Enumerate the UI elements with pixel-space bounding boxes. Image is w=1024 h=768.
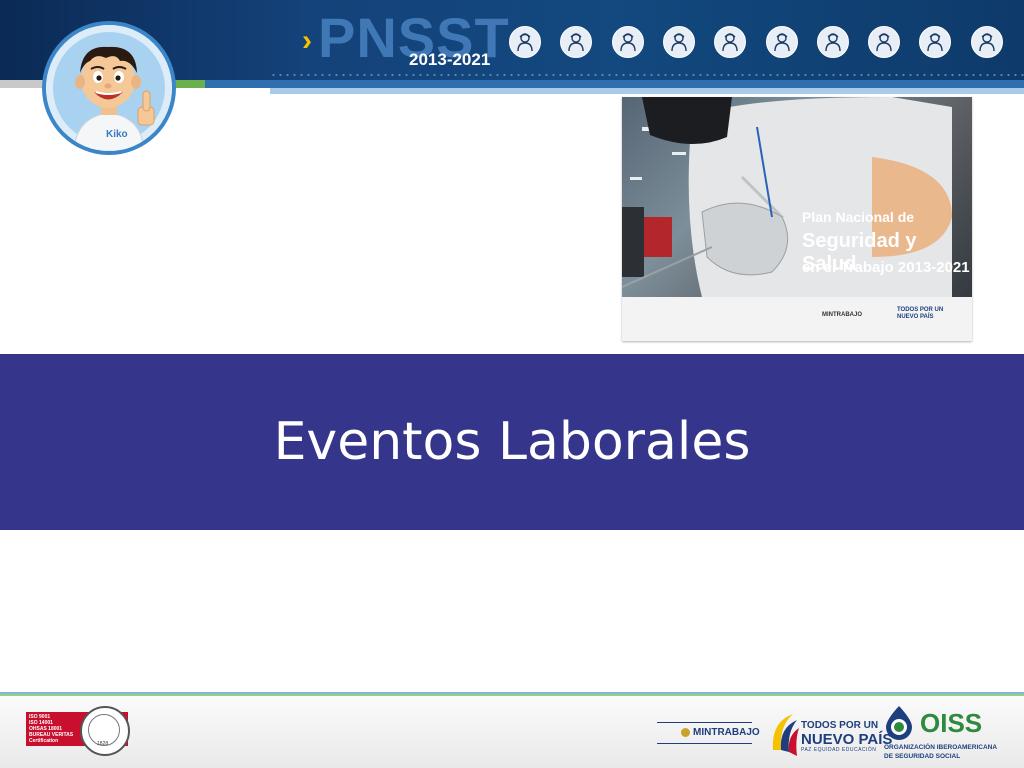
welder-icon [970,26,1003,58]
oiss-logo: OISS ORGANIZACIÓN IBEROAMERICANA DE SEGU… [884,704,998,764]
bv-line: Certification [29,738,59,744]
mintrabajo-logo: MINTRABAJO [657,722,760,744]
pnsst-cover-image: Plan Nacional de Seguridad y Salud en el… [622,97,972,341]
todos-por-un-nuevo-pais-logo: TODOS POR UN NUEVO PAÍS PAZ EQUIDAD EDUC… [769,710,892,758]
mascot-avatar: Kiko [46,25,172,151]
machine-operator-icon [662,26,695,58]
bureau-veritas-logo: ISO 9001 ISO 14001 OHSAS 18001 BUREAU VE… [26,706,130,756]
todos-line3: PAZ EQUIDAD EDUCACIÓN [801,747,877,753]
cover-mintrabajo-logo: MINTRABAJO [822,312,862,318]
logo-chevron-icon: › [302,24,312,57]
construction-worker-icon [816,26,849,58]
oiss-subtitle-line2: DE SEGURIDAD SOCIAL [884,753,961,760]
header-strip-blue [205,80,1024,88]
mascot-shirt-label: Kiko [106,129,128,140]
todos-line2: NUEVO PAÍS [801,731,893,748]
bureau-veritas-seal-icon: 1828 [80,706,130,756]
mascot-illustration: Kiko [46,25,172,151]
cover-title-line1: Plan Nacional de [802,209,915,225]
pnsst-logo-years: 2013-2021 [409,50,491,69]
header-dot-pattern [270,72,1024,78]
oiss-drop-icon [886,706,912,740]
footer: ISO 9001 ISO 14001 OHSAS 18001 BUREAU VE… [0,696,1024,768]
electrician-icon [611,26,644,58]
todos-line1: TODOS POR UN [801,720,879,731]
oiss-wordmark: OISS [920,708,983,738]
header-strip-light [270,88,1024,94]
colombia-seal-icon [681,728,690,737]
mintrabajo-text: MINTRABAJO [693,727,760,738]
slide-title: Eventos Laborales [273,412,751,472]
header-strip-green [175,80,205,88]
healthcare-worker-icon [714,26,747,58]
firefighter-icon [868,26,901,58]
oil-worker-icon [765,26,798,58]
title-band: Eventos Laborales [0,354,1024,530]
mining-worker-icon [509,26,541,58]
oiss-subtitle-line1: ORGANIZACIÓN IBEROAMERICANA [884,744,998,751]
cover-todos-logo: TODOS POR UN NUEVO PAÍS [897,307,944,320]
bv-seal-year: 1828 [97,741,109,747]
colombia-flag-stripes-icon [772,714,799,756]
cover-title-line3: en el Trabajo 2013-2021 [802,259,970,276]
